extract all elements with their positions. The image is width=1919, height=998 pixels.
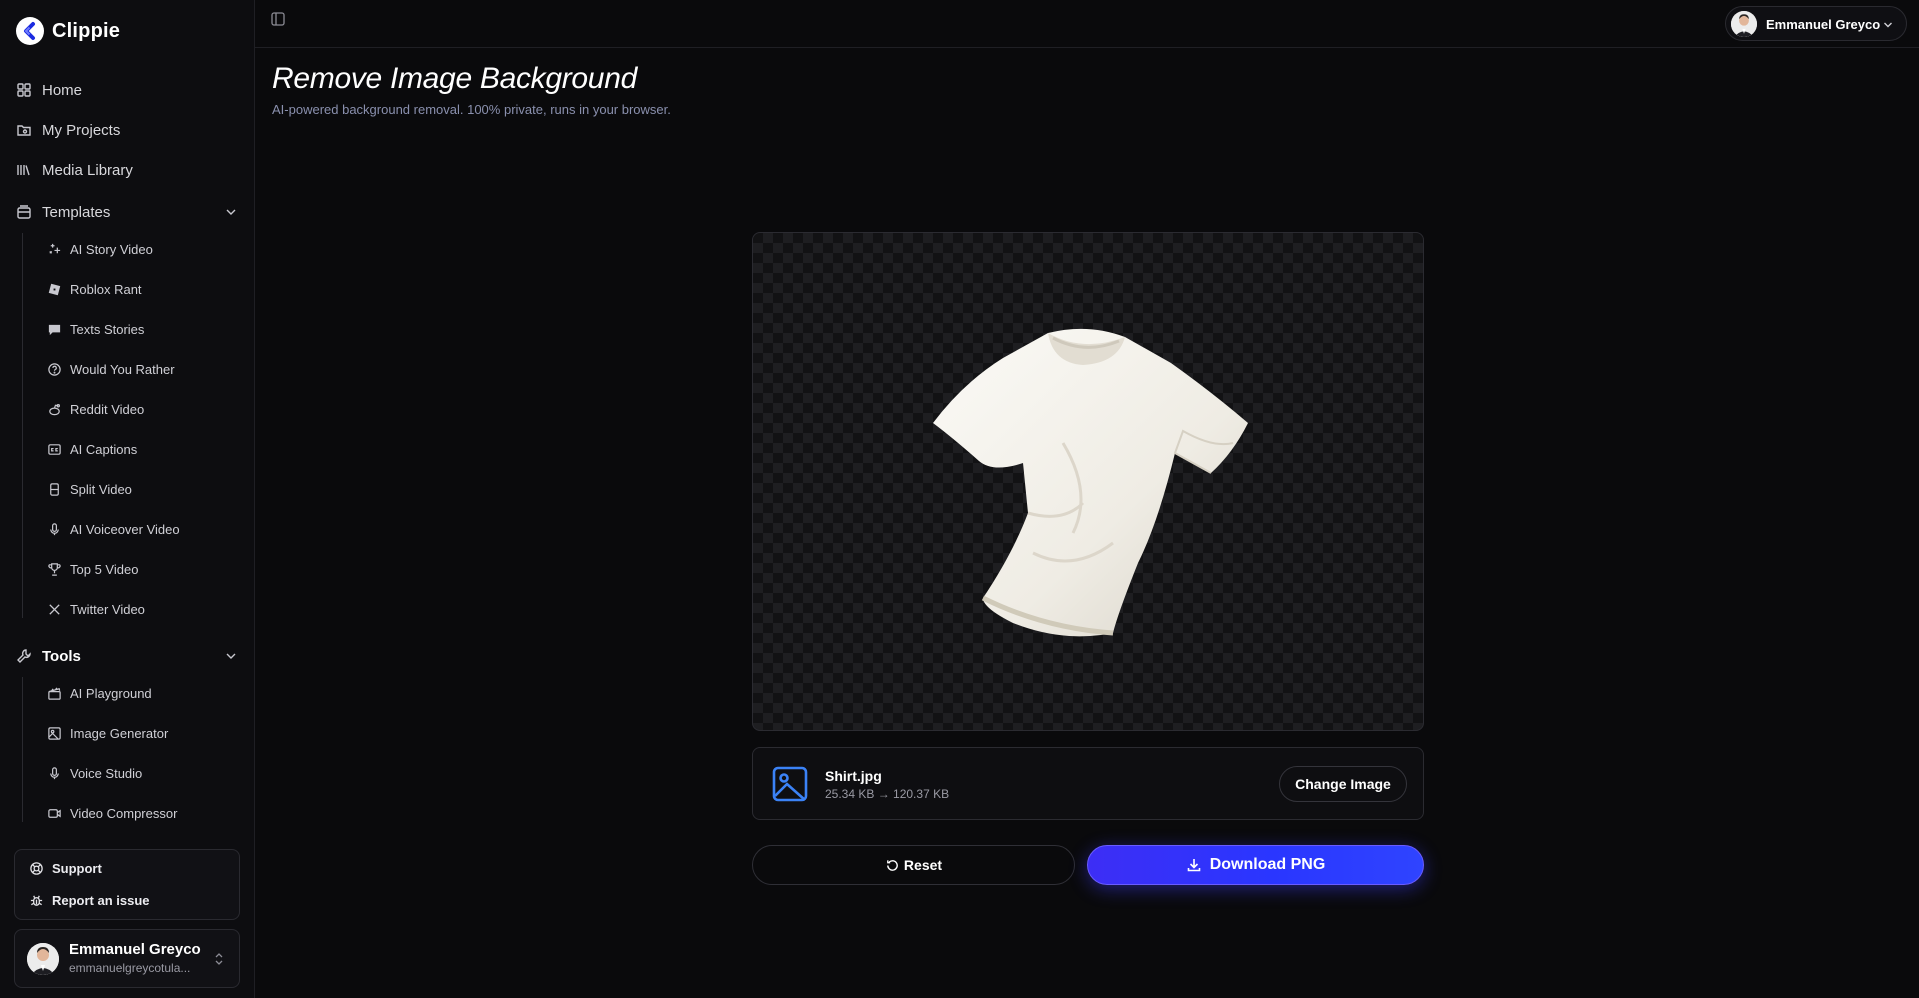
template-item-split-video[interactable]: Split Video (47, 479, 132, 499)
sidebar-toggle-icon[interactable] (270, 11, 286, 27)
shirt-image (933, 328, 1248, 637)
wrench-icon (17, 649, 31, 663)
chevron-down-icon (226, 209, 236, 215)
template-item-would-you-rather[interactable]: Would You Rather (47, 359, 175, 379)
template-label: Top 5 Video (70, 561, 139, 577)
nav-label: My Projects (42, 121, 121, 139)
reset-button[interactable]: Reset (752, 845, 1075, 885)
nav-label: Home (42, 81, 83, 99)
user-name: Emmanuel Greyco (69, 941, 201, 958)
file-name: Shirt.jpg (825, 768, 882, 784)
template-item-reddit-video[interactable]: Reddit Video (47, 399, 144, 419)
template-label: AI Story Video (70, 241, 153, 257)
nav-home[interactable]: Home (16, 78, 82, 102)
tool-label: Voice Studio (70, 765, 143, 781)
templates-list: AI Story Video Roblox Rant Texts Stories… (22, 233, 180, 618)
template-item-ai-captions[interactable]: AI Captions (47, 439, 137, 459)
report-issue-link[interactable]: Report an issue (29, 893, 150, 908)
split-icon (50, 482, 59, 496)
template-label: Roblox Rant (70, 281, 142, 297)
template-label: Twitter Video (70, 601, 145, 617)
x-icon (49, 603, 60, 615)
support-panel: Support Report an issue (14, 849, 240, 920)
image-icon (48, 726, 61, 740)
support-label: Support (52, 861, 102, 876)
template-item-top-5-video[interactable]: Top 5 Video (47, 559, 138, 579)
template-label: AI Voiceover Video (70, 521, 180, 537)
sidebar: Clippie Home My Projects Media Library T… (0, 0, 255, 998)
tool-label: AI Playground (70, 685, 152, 701)
tools-label: Tools (42, 647, 81, 665)
message-icon (48, 324, 61, 335)
chevron-down-icon (226, 653, 236, 659)
file-size: 25.34 KB → 120.37 KB (825, 787, 950, 801)
mic-icon (50, 522, 59, 535)
clippie-logo-icon (16, 17, 44, 45)
template-label: Split Video (70, 481, 132, 497)
trophy-icon (48, 562, 61, 576)
image-preview (752, 232, 1424, 731)
page-subtitle: AI-powered background removal. 100% priv… (272, 102, 671, 117)
avatar (1731, 11, 1757, 37)
lifebuoy-icon (30, 862, 43, 875)
grid-icon (17, 83, 31, 97)
download-png-button[interactable]: Download PNG (1087, 845, 1424, 885)
tool-label: Image Generator (70, 725, 169, 741)
question-icon (48, 362, 61, 376)
tools-section-toggle[interactable]: Tools (16, 644, 238, 668)
tool-item-voice-studio[interactable]: Voice Studio (47, 763, 142, 783)
templates-icon (17, 205, 31, 219)
template-item-texts-stories[interactable]: Texts Stories (47, 319, 144, 339)
nav-my-projects[interactable]: My Projects (16, 118, 120, 142)
template-label: Reddit Video (70, 401, 145, 417)
report-issue-label: Report an issue (52, 893, 150, 908)
roblox-icon (48, 283, 61, 295)
chevrons-up-down-icon (215, 953, 223, 965)
app-name: Clippie (52, 19, 121, 42)
tool-item-ai-playground[interactable]: AI Playground (47, 683, 152, 703)
reddit-icon (49, 403, 60, 415)
sparkles-icon (49, 243, 61, 254)
top-bar: Emmanuel Greyco (255, 0, 1919, 48)
tool-item-video-compressor[interactable]: Video Compressor (47, 803, 177, 823)
account-name: Emmanuel Greyco (1766, 17, 1881, 32)
file-info-card: Shirt.jpg 25.34 KB → 120.37 KB Change Im… (752, 747, 1424, 820)
template-label: Would You Rather (70, 361, 175, 377)
download-icon (1187, 859, 1201, 872)
tools-list: AI Playground Image Generator Voice Stud… (22, 677, 177, 822)
template-label: Texts Stories (70, 321, 145, 337)
templates-section-toggle[interactable]: Templates (16, 200, 238, 224)
template-item-roblox-rant[interactable]: Roblox Rant (47, 279, 142, 299)
tool-item-image-generator[interactable]: Image Generator (47, 723, 168, 743)
video-icon (48, 808, 61, 818)
rotate-ccw-icon (887, 859, 898, 871)
template-label: AI Captions (70, 441, 138, 457)
reset-label: Reset (903, 857, 943, 873)
brand[interactable]: Clippie (16, 17, 120, 45)
captions-icon (48, 443, 61, 455)
mic-icon (50, 766, 59, 779)
user-menu[interactable]: Emmanuel Greyco emmanuelgreycotula... (14, 929, 240, 988)
tool-label: Video Compressor (70, 805, 178, 821)
avatar (27, 943, 59, 975)
library-icon (17, 165, 30, 176)
template-item-ai-story-video[interactable]: AI Story Video (47, 239, 153, 259)
bug-icon (30, 895, 43, 906)
support-link[interactable]: Support (29, 861, 102, 876)
template-item-twitter-video[interactable]: Twitter Video (47, 599, 145, 619)
page-title: Remove Image Background (272, 62, 637, 95)
image-file-icon (772, 766, 808, 802)
account-menu-button[interactable]: Emmanuel Greyco (1725, 6, 1907, 41)
chevron-down-icon (1884, 22, 1892, 28)
clapper-icon (48, 687, 61, 700)
nav-label: Media Library (42, 161, 133, 179)
templates-label: Templates (42, 203, 111, 221)
user-email: emmanuelgreycotula... (69, 961, 191, 975)
change-image-button[interactable]: Change Image (1279, 766, 1407, 802)
folder-icon (17, 125, 31, 136)
nav-media-library[interactable]: Media Library (16, 158, 133, 182)
download-label: Download PNG (1209, 856, 1326, 873)
template-item-ai-voiceover-video[interactable]: AI Voiceover Video (47, 519, 180, 539)
